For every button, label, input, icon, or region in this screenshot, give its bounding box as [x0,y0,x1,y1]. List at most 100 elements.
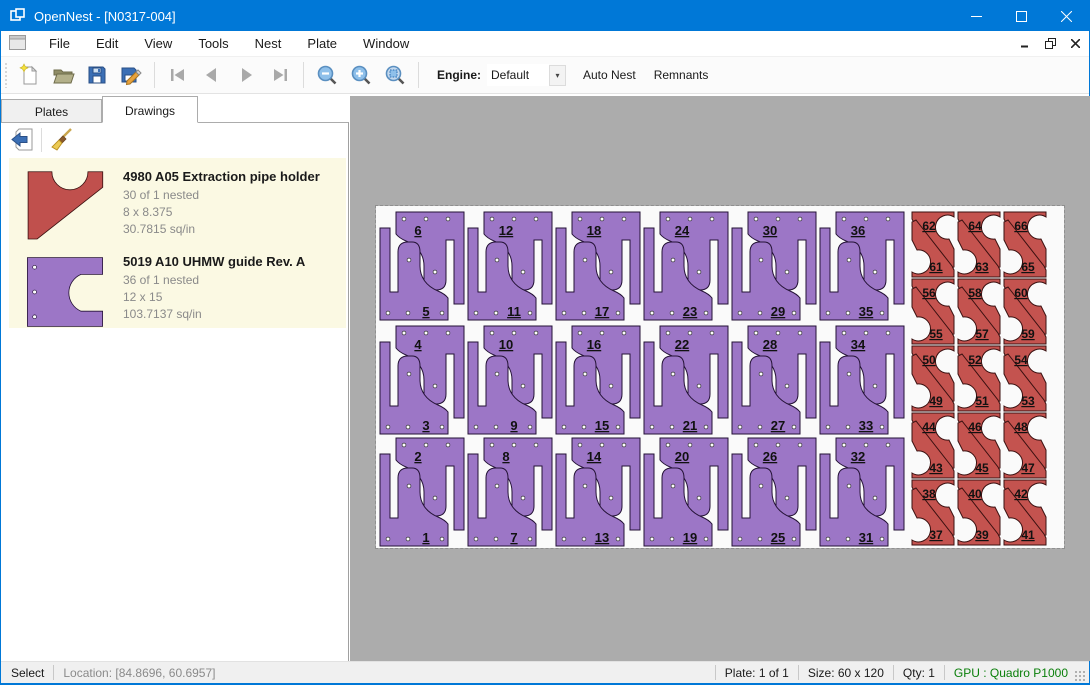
mdi-restore-button[interactable] [1039,34,1061,54]
nested-pair-purple[interactable]: 16 15 [554,324,642,436]
nested-pair-red[interactable]: 60 59 [1002,278,1048,345]
mdi-document-icon[interactable] [9,35,26,53]
nested-pair-red[interactable]: 46 45 [956,412,1002,479]
nested-pair-red[interactable]: 62 61 [910,211,956,278]
engine-select[interactable]: Default [487,64,549,86]
save-as-icon [119,63,143,87]
nested-pair-red[interactable]: 42 41 [1002,479,1048,546]
panel-tabs: Plates Drawings [1,96,198,123]
resize-grip[interactable] [1074,670,1086,682]
part-number: 5 [422,304,429,319]
nested-pair-purple[interactable]: 28 27 [730,324,818,436]
part-number: 12 [499,223,513,238]
tab-plates[interactable]: Plates [1,99,102,123]
save-icon [85,63,109,87]
opennest-window: { "window": { "title": "OpenNest - [N031… [0,0,1090,685]
last-plate-button[interactable] [263,60,297,90]
nested-pair-purple[interactable]: 26 25 [730,436,818,548]
minimize-button[interactable] [954,1,999,31]
menu-window[interactable]: Window [350,32,422,55]
nested-pair-red[interactable]: 50 49 [910,345,956,412]
nested-pair-purple[interactable]: 36 35 [818,210,906,322]
part-number: 13 [595,530,609,545]
part-number: 28 [763,337,777,352]
nested-pair-purple[interactable]: 4 3 [378,324,466,436]
zoom-in-button[interactable] [344,60,378,90]
nested-pair-red[interactable]: 52 51 [956,345,1002,412]
nested-pair-purple[interactable]: 34 33 [818,324,906,436]
next-plate-button[interactable] [229,60,263,90]
nested-pair-red[interactable]: 64 63 [956,211,1002,278]
status-gpu: GPU : Quadro P1000 [954,666,1068,680]
nested-pair-purple[interactable]: 18 17 [554,210,642,322]
nested-pair-purple[interactable]: 22 21 [642,324,730,436]
drawing-item-uhmw-guide[interactable]: 5019 A10 UHMW guide Rev. A 36 of 1 neste… [9,243,346,328]
nested-pair-purple[interactable]: 2 1 [378,436,466,548]
open-file-button[interactable] [46,60,80,90]
nest-canvas[interactable]: 6 5 12 11 18 17 24 23 [350,96,1090,661]
nested-pair-red[interactable]: 58 57 [956,278,1002,345]
nested-pair-red[interactable]: 66 65 [1002,211,1048,278]
toolbar-grip[interactable] [4,62,8,88]
save-button[interactable] [80,60,114,90]
part-number: 56 [922,286,936,300]
nested-pair-purple[interactable]: 10 9 [466,324,554,436]
nested-pair-purple[interactable]: 12 11 [466,210,554,322]
engine-dropdown-arrow-icon[interactable]: ▾ [549,65,566,86]
nested-pair-purple[interactable]: 32 31 [818,436,906,548]
drawing-size: 12 x 15 [123,289,342,306]
nested-pair-purple[interactable]: 24 23 [642,210,730,322]
remnants-button[interactable]: Remnants [645,62,718,88]
plate-sheet[interactable]: 6 5 12 11 18 17 24 23 [376,206,1064,548]
part-number: 50 [922,353,936,367]
nested-pair-purple[interactable]: 6 5 [378,210,466,322]
nested-pair-purple[interactable]: 14 13 [554,436,642,548]
mdi-close-button[interactable] [1064,34,1086,54]
part-number: 57 [975,327,989,341]
drawing-nested-count: 30 of 1 nested [123,187,342,204]
nested-pair-red[interactable]: 38 37 [910,479,956,546]
maximize-button[interactable] [999,1,1044,31]
menu-view[interactable]: View [131,32,185,55]
menu-tools[interactable]: Tools [185,32,241,55]
zoom-extents-button[interactable] [378,60,412,90]
nested-pair-red[interactable]: 48 47 [1002,412,1048,479]
clean-button[interactable] [46,126,76,154]
mdi-minimize-button[interactable] [1014,34,1036,54]
menu-plate[interactable]: Plate [294,32,350,55]
nested-pair-red[interactable]: 44 43 [910,412,956,479]
nested-pair-red[interactable]: 54 53 [1002,345,1048,412]
part-number: 32 [851,449,865,464]
window-title: OpenNest - [N0317-004] [34,9,176,24]
part-number: 14 [587,449,602,464]
part-number: 19 [683,530,697,545]
zoom-out-button[interactable] [310,60,344,90]
menu-nest[interactable]: Nest [242,32,295,55]
menu-file[interactable]: File [36,32,83,55]
nested-pair-purple[interactable]: 20 19 [642,436,730,548]
nested-pair-red[interactable]: 56 55 [910,278,956,345]
status-size: Size: 60 x 120 [808,666,884,680]
tab-drawings[interactable]: Drawings [102,96,198,123]
new-file-button[interactable] [12,60,46,90]
part-number: 58 [968,286,982,300]
save-as-button[interactable] [114,60,148,90]
part-number: 16 [587,337,601,352]
return-drawing-button[interactable] [7,126,37,154]
previous-plate-button[interactable] [195,60,229,90]
first-plate-button[interactable] [161,60,195,90]
menu-bar: File Edit View Tools Nest Plate Window [1,31,1089,57]
auto-nest-button[interactable]: Auto Nest [574,62,645,88]
nested-pair-red[interactable]: 40 39 [956,479,1002,546]
part-number: 55 [929,327,943,341]
previous-arrow-icon [200,63,224,87]
part-number: 29 [771,304,785,319]
nested-pair-purple[interactable]: 8 7 [466,436,554,548]
drawing-item-pipe-holder[interactable]: 4980 A05 Extraction pipe holder 30 of 1 … [9,158,346,243]
menu-edit[interactable]: Edit [83,32,131,55]
close-button[interactable] [1044,1,1089,31]
nested-pair-purple[interactable]: 30 29 [730,210,818,322]
part-number: 38 [922,487,936,501]
drawing-size: 8 x 8.375 [123,204,342,221]
app-logo-icon [10,7,26,26]
